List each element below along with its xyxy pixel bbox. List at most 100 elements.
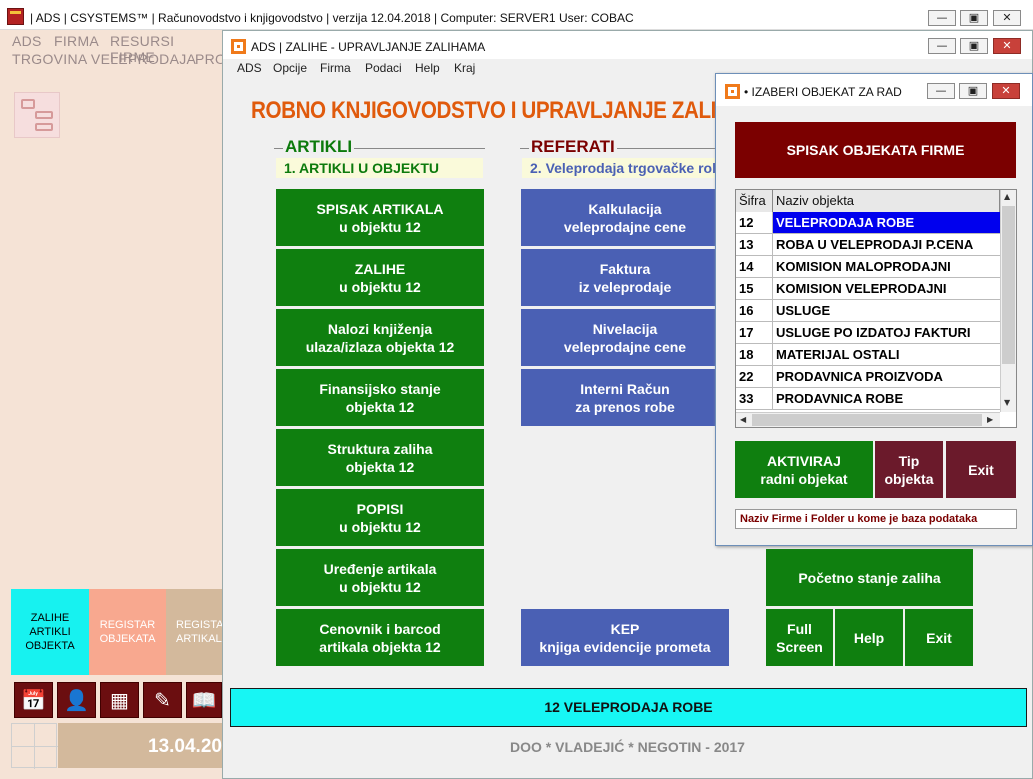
grid-icon[interactable] [11,723,58,769]
referati-label: REFERATI [529,137,617,157]
faktura-button[interactable]: Faktura iz veleprodaje [521,249,729,306]
interni-racun-button[interactable]: Interni Račun za prenos robe [521,369,729,426]
table-header: Šifra Naziv objekta [736,190,1000,212]
cenovnik-barcod-button[interactable]: Cenovnik i barcod artikala objekta 12 [276,609,484,666]
menu-help[interactable]: Help [415,61,440,75]
menu-trgovina-veleprodaja[interactable]: TRGOVINA VELEPRODAJA [12,51,196,67]
menu-podaci[interactable]: Podaci [365,61,402,75]
close-button[interactable]: ✕ [992,83,1020,99]
close-button[interactable]: ✕ [993,38,1021,54]
kalkulacija-button[interactable]: Kalkulacija veleprodajne cene [521,189,729,246]
active-object-status: 12 VELEPRODAJA ROBE [230,688,1027,727]
menu-kraj[interactable]: Kraj [454,61,475,75]
tab-zalihe-artikli-objekta[interactable]: ZALIHE ARTIKLI OBJEKTA [11,589,89,675]
pocetno-stanje-button[interactable]: Početno stanje zaliha [766,549,973,606]
date-panel: 13.04.2018 [58,723,243,768]
help-button[interactable]: Help [835,609,903,666]
struktura-zaliha-button[interactable]: Struktura zaliha objekta 12 [276,429,484,486]
menu-ads[interactable]: ADS [12,33,42,49]
table-row[interactable]: 15 KOMISION VELEPRODAJNI [736,278,1000,300]
menu-firma[interactable]: Firma [320,61,351,75]
database-info-field: Naziv Firme i Folder u kome je baza poda… [735,509,1017,529]
uredjenje-artikala-button[interactable]: Uređenje artikala u objektu 12 [276,549,484,606]
table-row[interactable]: 22 PRODAVNICA PROIZVODA [736,366,1000,388]
column-header-sifra[interactable]: Šifra [736,190,773,212]
zalihe-button[interactable]: ZALIHE u objektu 12 [276,249,484,306]
cell-naziv: KOMISION VELEPRODAJNI [776,281,947,296]
cell-naziv: PRODAVNICA PROIZVODA [776,369,943,384]
artikli-label: ARTIKLI [283,137,355,157]
table-row[interactable]: 33 PRODAVNICA ROBE [736,388,1000,410]
objects-table[interactable]: Šifra Naziv objekta 12 VELEPRODAJA ROBE 13… [735,189,1017,428]
popisi-button[interactable]: POPISI u objektu 12 [276,489,484,546]
cell-sifra: 17 [736,322,773,343]
main-menu-bar: ADS FIRMA RESURSI FIRME TRGOVINA VELEPRO… [0,30,226,70]
full-screen-button[interactable]: Full Screen [766,609,833,666]
tab-label: REGISTAR ARTIKALA [176,619,222,645]
calendar-icon[interactable]: 📅 [14,682,53,718]
minimize-button[interactable]: — [928,10,956,26]
table-row[interactable]: 12 VELEPRODAJA ROBE [736,212,1000,234]
scrollbar-thumb[interactable] [752,414,982,426]
nivelacija-button[interactable]: Nivelacija veleprodajne cene [521,309,729,366]
menu-ads[interactable]: ADS [237,61,262,75]
main-title-bar: | ADS | CSYSTEMS™ | Računovodstvo i knji… [0,0,1033,30]
contacts-icon[interactable]: 👤 [57,682,96,718]
spisak-objekata-header: SPISAK OBJEKATA FIRME [735,122,1016,178]
tip-objekta-button[interactable]: Tip objekta [875,441,943,498]
aktiviraj-button[interactable]: AKTIVIRAJ radni objekat [735,441,873,498]
izaberi-objekat-window: • IZABERI OBJEKAT ZA RAD — ▣ ✕ SPISAK OB… [715,73,1033,546]
cell-naziv: USLUGE PO IZDATOJ FAKTURI [776,325,971,340]
cell-sifra: 22 [736,366,773,387]
cell-sifra: 16 [736,300,773,321]
cell-naziv: USLUGE [776,303,831,318]
window-icon [725,84,740,99]
zalihe-window-title: ADS | ZALIHE - UPRAVLJANJE ZALIHAMA [251,40,486,54]
izaberi-window-title: • IZABERI OBJEKAT ZA RAD [744,85,902,99]
column-header-naziv[interactable]: Naziv objekta [773,190,1000,212]
cell-naziv: VELEPRODAJA ROBE [773,212,1000,233]
table-row[interactable]: 18 MATERIJAL OSTALI [736,344,1000,366]
edit-icon[interactable]: ✎ [143,682,182,718]
menu-firma[interactable]: FIRMA [54,33,99,49]
maximize-button[interactable]: ▣ [959,83,987,99]
tab-registar-objekata[interactable]: REGISTAR OBJEKATA [89,589,166,675]
cell-naziv: ROBA U VELEPRODAJI P.CENA [776,237,974,252]
cell-sifra: 13 [736,234,773,255]
menu-opcije[interactable]: Opcije [273,61,307,75]
cell-sifra: 12 [736,212,773,233]
minimize-button[interactable]: — [927,83,955,99]
cell-sifra: 15 [736,278,773,299]
kep-button[interactable]: KEP knjiga evidencije prometa [521,609,729,666]
exit-button[interactable]: Exit [946,441,1016,498]
table-row[interactable]: 14 KOMISION MALOPRODAJNI [736,256,1000,278]
table-row[interactable]: 16 USLUGE [736,300,1000,322]
main-window-title: | ADS | CSYSTEMS™ | Računovodstvo i knji… [30,11,634,25]
tab-label: ZALIHE ARTIKLI OBJEKTA [25,612,75,652]
cell-naziv: KOMISION MALOPRODAJNI [776,259,951,274]
cell-sifra: 33 [736,388,773,409]
vertical-scrollbar[interactable]: ▲ ▼ [1000,190,1016,412]
cell-sifra: 18 [736,344,773,365]
calculator-icon[interactable]: ▦ [100,682,139,718]
table-row[interactable]: 17 USLUGE PO IZDATOJ FAKTURI [736,322,1000,344]
maximize-button[interactable]: ▣ [960,38,988,54]
scrollbar-thumb[interactable] [1002,206,1015,364]
minimize-button[interactable]: — [928,38,956,54]
maximize-button[interactable]: ▣ [960,10,988,26]
izaberi-title-bar: • IZABERI OBJEKAT ZA RAD — ▣ ✕ [716,74,1032,106]
nalozi-knjizenja-button[interactable]: Nalozi knjiženja ulaza/izlaza objekta 12 [276,309,484,366]
spisak-artikala-button[interactable]: SPISAK ARTIKALA u objektu 12 [276,189,484,246]
book-icon[interactable]: 📖 [186,682,222,718]
finansijsko-stanje-button[interactable]: Finansijsko stanje objekta 12 [276,369,484,426]
tree-structure-icon[interactable] [14,92,60,138]
table-row[interactable]: 13 ROBA U VELEPRODAJI P.CENA [736,234,1000,256]
tab-label: REGISTAR OBJEKATA [99,619,156,645]
cell-sifra: 14 [736,256,773,277]
window-icon [231,39,246,54]
close-button[interactable]: ✕ [993,10,1021,26]
app-icon [7,8,24,25]
horizontal-scrollbar[interactable]: ◀ ▶ [736,412,1000,427]
tab-registar-artikala[interactable]: REGISTAR ARTIKALA [166,589,222,675]
exit-button[interactable]: Exit [905,609,973,666]
